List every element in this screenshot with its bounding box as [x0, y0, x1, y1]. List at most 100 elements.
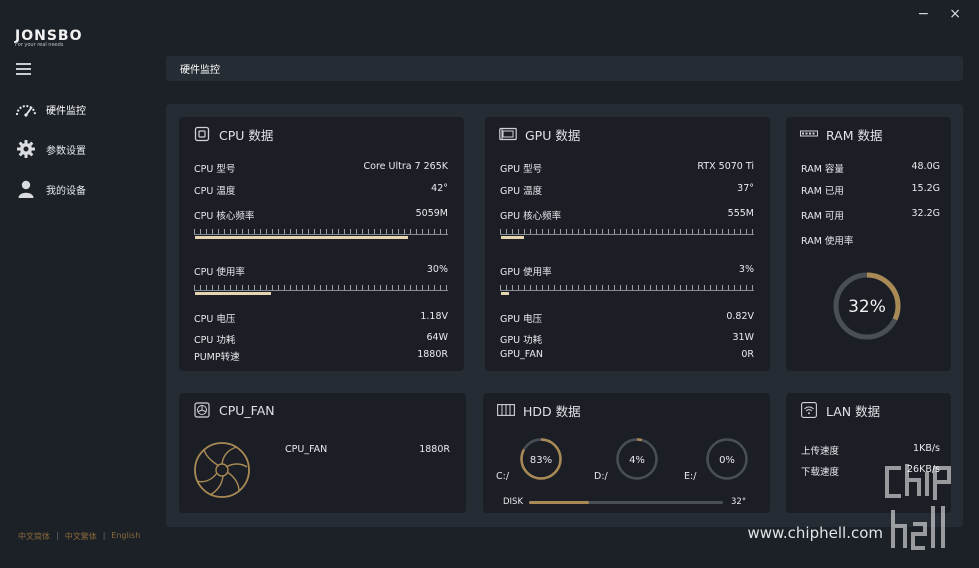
cpu-temp-value: 42° [431, 183, 448, 194]
gpu-card-title: GPU 数据 [525, 127, 581, 143]
cpu-fan-card-header: CPU_FAN [179, 393, 466, 427]
sidebar-item-hardware-monitor[interactable]: 硬件监控 [0, 97, 150, 121]
gpu-voltage-row: GPU 电压 0.82V [500, 311, 754, 325]
lan-card-header: LAN 数据 [786, 393, 951, 427]
ram-free-value: 32.2G [911, 208, 940, 219]
gpu-usage-row: GPU 使用率 3% [500, 264, 754, 278]
cpu-clock-gauge [194, 227, 448, 239]
cpu-power-row: CPU 功耗 64W [194, 332, 448, 346]
cpu-fan-card-title: CPU_FAN [219, 402, 275, 418]
cpu-card-header: CPU 数据 [179, 117, 464, 151]
gpu-card-header: GPU 数据 [485, 117, 770, 151]
fan-icon [193, 402, 211, 418]
gpu-fan-row: GPU_FAN 0R [500, 349, 754, 360]
gpu-clock-gauge-fill [501, 236, 524, 239]
gpu-power-value: 31W [732, 332, 754, 343]
wifi-icon [800, 402, 818, 418]
hdd-card-title: HDD 数据 [523, 403, 581, 419]
pump-speed-value: 1880R [417, 349, 448, 360]
cpu-voltage-label: CPU 电压 [194, 314, 236, 325]
cpu-usage-label: CPU 使用率 [194, 267, 245, 278]
menu-toggle-icon[interactable] [16, 63, 31, 75]
speedometer-icon [15, 99, 37, 119]
gpu-clock-row: GPU 核心频率 555M [500, 208, 754, 222]
cpu-card-title: CPU 数据 [219, 127, 274, 143]
cpu-fan-value: 1880R [419, 444, 450, 455]
drive-c-usage: 83% [530, 455, 552, 466]
cpu-voltage-value: 1.18V [420, 311, 448, 322]
ram-capacity-row: RAM 容量 48.0G [801, 161, 940, 175]
drive-d-label: D:/ [594, 471, 608, 482]
cpu-usage-gauge [194, 283, 448, 295]
gpu-card: GPU 数据 GPU 型号 RTX 5070 Ti GPU 温度 37° GPU… [485, 117, 770, 371]
cpu-fan-row: CPU_FAN 1880R [285, 444, 450, 455]
cpu-clock-label: CPU 核心频率 [194, 211, 255, 222]
gpu-power-row: GPU 功耗 31W [500, 332, 754, 346]
lang-traditional-link[interactable]: 中文繁体 [65, 531, 97, 542]
language-switch: 中文简体 | 中文繁体 | English [18, 531, 140, 542]
close-button[interactable]: × [949, 6, 961, 22]
monitor-panel: CPU 数据 CPU 型号 Core Ultra 7 265K CPU 温度 4… [166, 104, 963, 527]
sidebar-item-settings[interactable]: 参数设置 [0, 137, 150, 161]
cpu-fan-card: CPU_FAN CPU_FAN 1880R [179, 393, 466, 513]
hdd-card: HDD 数据 83% C:/ 4% D:/ 0% E:/ DISK 32° [483, 393, 770, 513]
cpu-model-label: CPU 型号 [194, 164, 236, 175]
cpu-fan-graphic [194, 442, 250, 498]
ram-card-header: RAM 数据 [786, 117, 951, 151]
gpu-model-label: GPU 型号 [500, 164, 543, 175]
gpu-power-label: GPU 功耗 [500, 335, 543, 346]
ram-stick-icon [800, 126, 818, 142]
gpu-clock-label: GPU 核心频率 [500, 211, 562, 222]
cpu-chip-icon [193, 126, 211, 142]
lang-simplified-link[interactable]: 中文简体 [18, 531, 50, 542]
gpu-fan-label: GPU_FAN [500, 349, 543, 360]
ram-free-row: RAM 可用 32.2G [801, 208, 940, 222]
cpu-model-value: Core Ultra 7 265K [363, 161, 449, 172]
gpu-card-icon [499, 126, 517, 142]
gpu-usage-value: 3% [738, 264, 754, 275]
page-title: 硬件监控 [180, 65, 220, 76]
disk-temp-fill [529, 501, 590, 504]
gear-icon [15, 139, 37, 159]
divider: | [56, 531, 59, 540]
gpu-temp-row: GPU 温度 37° [500, 183, 754, 197]
sidebar-item-label: 硬件监控 [46, 105, 86, 117]
ram-usage-ring: 32% [833, 272, 901, 340]
upload-row: 上传速度 1KB/s [801, 443, 940, 457]
disk-label: DISK [503, 497, 524, 507]
upload-value: 1KB/s [913, 443, 940, 454]
gpu-clock-value: 555M [727, 208, 754, 219]
sidebar-item-label: 我的设备 [46, 185, 86, 197]
sidebar-item-my-devices[interactable]: 我的设备 [0, 177, 150, 201]
ram-used-label: RAM 已用 [801, 186, 844, 197]
brand-logo: JONSBO For your real needs [15, 28, 95, 54]
cpu-power-value: 64W [426, 332, 448, 343]
sidebar-nav: 硬件监控 参数设置 我的设备 [0, 97, 150, 217]
gpu-voltage-label: GPU 电压 [500, 314, 543, 325]
drive-c-ring: 83% [520, 438, 562, 480]
download-label: 下载速度 [801, 467, 840, 478]
hdd-card-header: HDD 数据 [483, 393, 770, 427]
cpu-usage-row: CPU 使用率 30% [194, 264, 448, 278]
cpu-card: CPU 数据 CPU 型号 Core Ultra 7 265K CPU 温度 4… [179, 117, 464, 371]
cpu-usage-gauge-fill [195, 292, 272, 295]
gpu-temp-label: GPU 温度 [500, 186, 543, 197]
watermark-text: www.chiphell.com [747, 524, 883, 542]
cpu-clock-row: CPU 核心频率 5059M [194, 208, 448, 222]
minimize-button[interactable]: − [918, 6, 930, 22]
user-icon [15, 179, 37, 199]
gpu-temp-value: 37° [737, 183, 754, 194]
drive-c-label: C:/ [496, 471, 510, 482]
ram-card: RAM 数据 RAM 容量 48.0G RAM 已用 15.2G RAM 可用 … [786, 117, 951, 371]
sidebar-item-label: 参数设置 [46, 145, 86, 157]
drive-d-ring: 4% [616, 438, 658, 480]
gpu-clock-gauge [500, 227, 754, 239]
lang-english-link[interactable]: English [111, 531, 140, 542]
ram-capacity-label: RAM 容量 [801, 164, 844, 175]
window-controls: − × [918, 6, 961, 22]
ram-usage-label: RAM 使用率 [801, 236, 854, 247]
gpu-usage-label: GPU 使用率 [500, 267, 552, 278]
ram-usage-row: RAM 使用率 [801, 233, 940, 247]
ram-usage-value: 32% [848, 297, 886, 317]
cpu-clock-gauge-fill [195, 236, 409, 239]
